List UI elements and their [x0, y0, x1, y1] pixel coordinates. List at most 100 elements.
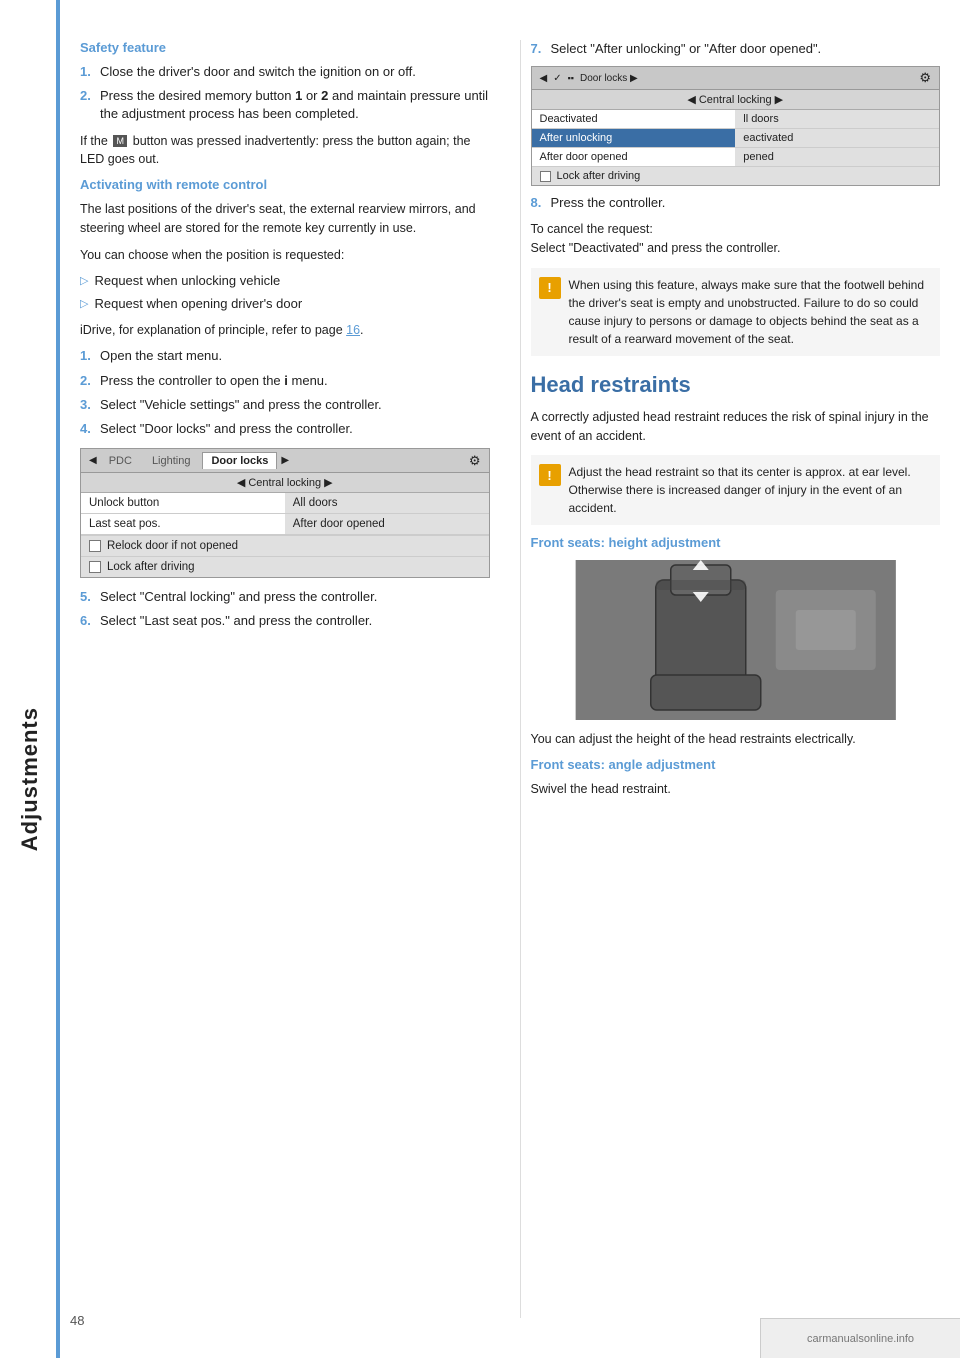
front-seats-height-section: Front seats: height adjustment: [531, 535, 941, 749]
page-number: 48: [70, 1313, 84, 1328]
tab-lighting: Lighting: [144, 453, 199, 469]
tab-door-locks-2: Door locks ▶: [580, 73, 638, 84]
step-text: Select "After unlocking" or "After door …: [551, 40, 941, 58]
page-container: Adjustments Safety feature 1. Close the …: [0, 0, 960, 1358]
sidebar-bar: [56, 0, 60, 1358]
idrive-cell: Last seat pos.: [81, 514, 285, 534]
checkbox-label: Relock door if not opened: [107, 540, 238, 552]
idrive-row-2: Deactivated ll doors: [532, 110, 940, 129]
step-text: Press the controller to open the i menu.: [100, 372, 490, 390]
safety-note: If the M button was pressed inadvertentl…: [80, 132, 490, 170]
tab-door-locks: Door locks: [202, 452, 277, 469]
warning-box-1: ! When using this feature, always make s…: [531, 268, 941, 356]
idrive-cell: All doors: [285, 493, 489, 513]
idrive-row-2: After door opened pened: [532, 148, 940, 167]
step-text: Select "Vehicle settings" and press the …: [100, 396, 490, 414]
step-text: Press the desired memory button 1 or 2 a…: [100, 87, 490, 123]
idrive-top-bar-2: ◀ ✓ ▪▪ Door locks ▶ ⚙: [532, 67, 940, 90]
idrive-subtitle-2: ◀ Central locking ▶: [532, 90, 940, 110]
activating-para1: The last positions of the driver's seat,…: [80, 200, 490, 238]
step-num: 6.: [80, 612, 94, 630]
head-restraints-heading: Head restraints: [531, 372, 941, 398]
head-restraints-section: Head restraints A correctly adjusted hea…: [531, 372, 941, 799]
checkbox-row: Relock door if not opened: [81, 535, 489, 556]
step-num: 5.: [80, 588, 94, 606]
idrive-rows: Unlock button All doors Last seat pos. A…: [81, 493, 489, 535]
list-item: 5. Select "Central locking" and press th…: [80, 588, 490, 606]
activating-para2: You can choose when the position is requ…: [80, 246, 490, 265]
nav-arrow-right: ▶: [281, 455, 289, 466]
idrive-menu-1: ◀ PDC Lighting Door locks ▶ ⚙ ◀ Central …: [80, 448, 490, 578]
tab-pdc: PDC: [101, 453, 140, 469]
step-num: 1.: [80, 63, 94, 81]
safety-steps-list: 1. Close the driver's door and switch th…: [80, 63, 490, 124]
right-column: 7. Select "After unlocking" or "After do…: [520, 40, 941, 1318]
idrive-rows-2: Deactivated ll doors After unlocking eac…: [532, 110, 940, 167]
bullet-arrow-icon: ▷: [80, 297, 88, 312]
idrive-cell-2: pened: [735, 148, 939, 166]
checkbox-icon: [89, 540, 101, 552]
cancel-note: To cancel the request:Select "Deactivate…: [531, 220, 941, 258]
nav-items-2: ◀ ✓ ▪▪ Door locks ▶: [540, 73, 638, 84]
idrive-row: Last seat pos. After door opened: [81, 514, 489, 535]
page-ref-link[interactable]: 16: [346, 323, 360, 337]
nav-left-icon: ◀: [540, 73, 548, 84]
checkbox-label-2: Lock after driving: [557, 170, 641, 182]
checkbox-row: Lock after driving: [81, 556, 489, 577]
idrive-cell-2: ll doors: [735, 110, 939, 128]
idrive-row-2: After unlocking eactivated: [532, 129, 940, 148]
step-text: Select "Central locking" and press the c…: [100, 588, 490, 606]
step-num: 8.: [531, 194, 545, 212]
step-text: Close the driver's door and switch the i…: [100, 63, 490, 81]
activating-remote-section: Activating with remote control The last …: [80, 177, 490, 631]
seat-image: [531, 560, 941, 720]
warning-icon-1: !: [539, 277, 561, 299]
activating-remote-heading: Activating with remote control: [80, 177, 490, 192]
list-item: ▷ Request when unlocking vehicle: [80, 272, 490, 290]
front-seats-angle-heading: Front seats: angle adjustment: [531, 757, 941, 772]
settings-icon-2: ⚙: [919, 70, 931, 86]
checkmark-icon: ✓: [553, 73, 561, 84]
seat-svg: [531, 560, 941, 720]
list-item: 1. Open the start menu.: [80, 347, 490, 365]
main-content: Safety feature 1. Close the driver's doo…: [60, 0, 960, 1358]
remote-steps-list-2: 5. Select "Central locking" and press th…: [80, 588, 490, 630]
head-restraints-para: A correctly adjusted head restraint redu…: [531, 408, 941, 446]
list-item: 2. Press the desired memory button 1 or …: [80, 87, 490, 123]
remote-steps-list: 1. Open the start menu. 2. Press the con…: [80, 347, 490, 438]
nav-arrow-left: ◀: [89, 455, 97, 466]
step8-list: 8. Press the controller.: [531, 194, 941, 212]
height-para: You can adjust the height of the head re…: [531, 730, 941, 749]
warning-text-1: When using this feature, always make sur…: [569, 276, 933, 348]
left-column: Safety feature 1. Close the driver's doo…: [80, 40, 500, 1318]
idrive-cell: After door opened: [285, 514, 489, 534]
step-num: 7.: [531, 40, 545, 58]
step-num: 2.: [80, 87, 94, 123]
step-text: Press the controller.: [551, 194, 941, 212]
warning-text-2: Adjust the head restraint so that its ce…: [569, 463, 933, 517]
list-item: ▷ Request when opening driver's door: [80, 295, 490, 313]
menu-icon: ▪▪: [568, 73, 574, 83]
checkbox-row-2: Lock after driving: [532, 167, 940, 185]
safety-feature-section: Safety feature 1. Close the driver's doo…: [80, 40, 490, 169]
checkbox-icon: [89, 561, 101, 573]
bullet-arrow-icon: ▷: [80, 274, 88, 289]
bullet-text: Request when unlocking vehicle: [94, 272, 280, 290]
list-item: 1. Close the driver's door and switch th…: [80, 63, 490, 81]
front-seats-angle-section: Front seats: angle adjustment Swivel the…: [531, 757, 941, 799]
sidebar: Adjustments: [0, 0, 60, 1358]
nav-items: ◀ PDC Lighting Door locks ▶: [89, 452, 289, 469]
step-num: 4.: [80, 420, 94, 438]
sidebar-label: Adjustments: [17, 707, 43, 851]
angle-para: Swivel the head restraint.: [531, 780, 941, 799]
warning-icon-2: !: [539, 464, 561, 486]
idrive-row: Unlock button All doors: [81, 493, 489, 514]
list-item: 2. Press the controller to open the i me…: [80, 372, 490, 390]
checkbox-icon-2: [540, 171, 551, 182]
front-seats-height-heading: Front seats: height adjustment: [531, 535, 941, 550]
list-item: 4. Select "Door locks" and press the con…: [80, 420, 490, 438]
list-item: 7. Select "After unlocking" or "After do…: [531, 40, 941, 58]
step-text: Select "Door locks" and press the contro…: [100, 420, 490, 438]
checkbox-label: Lock after driving: [107, 561, 195, 573]
idrive-menu-2: ◀ ✓ ▪▪ Door locks ▶ ⚙ ◀ Central locking …: [531, 66, 941, 186]
